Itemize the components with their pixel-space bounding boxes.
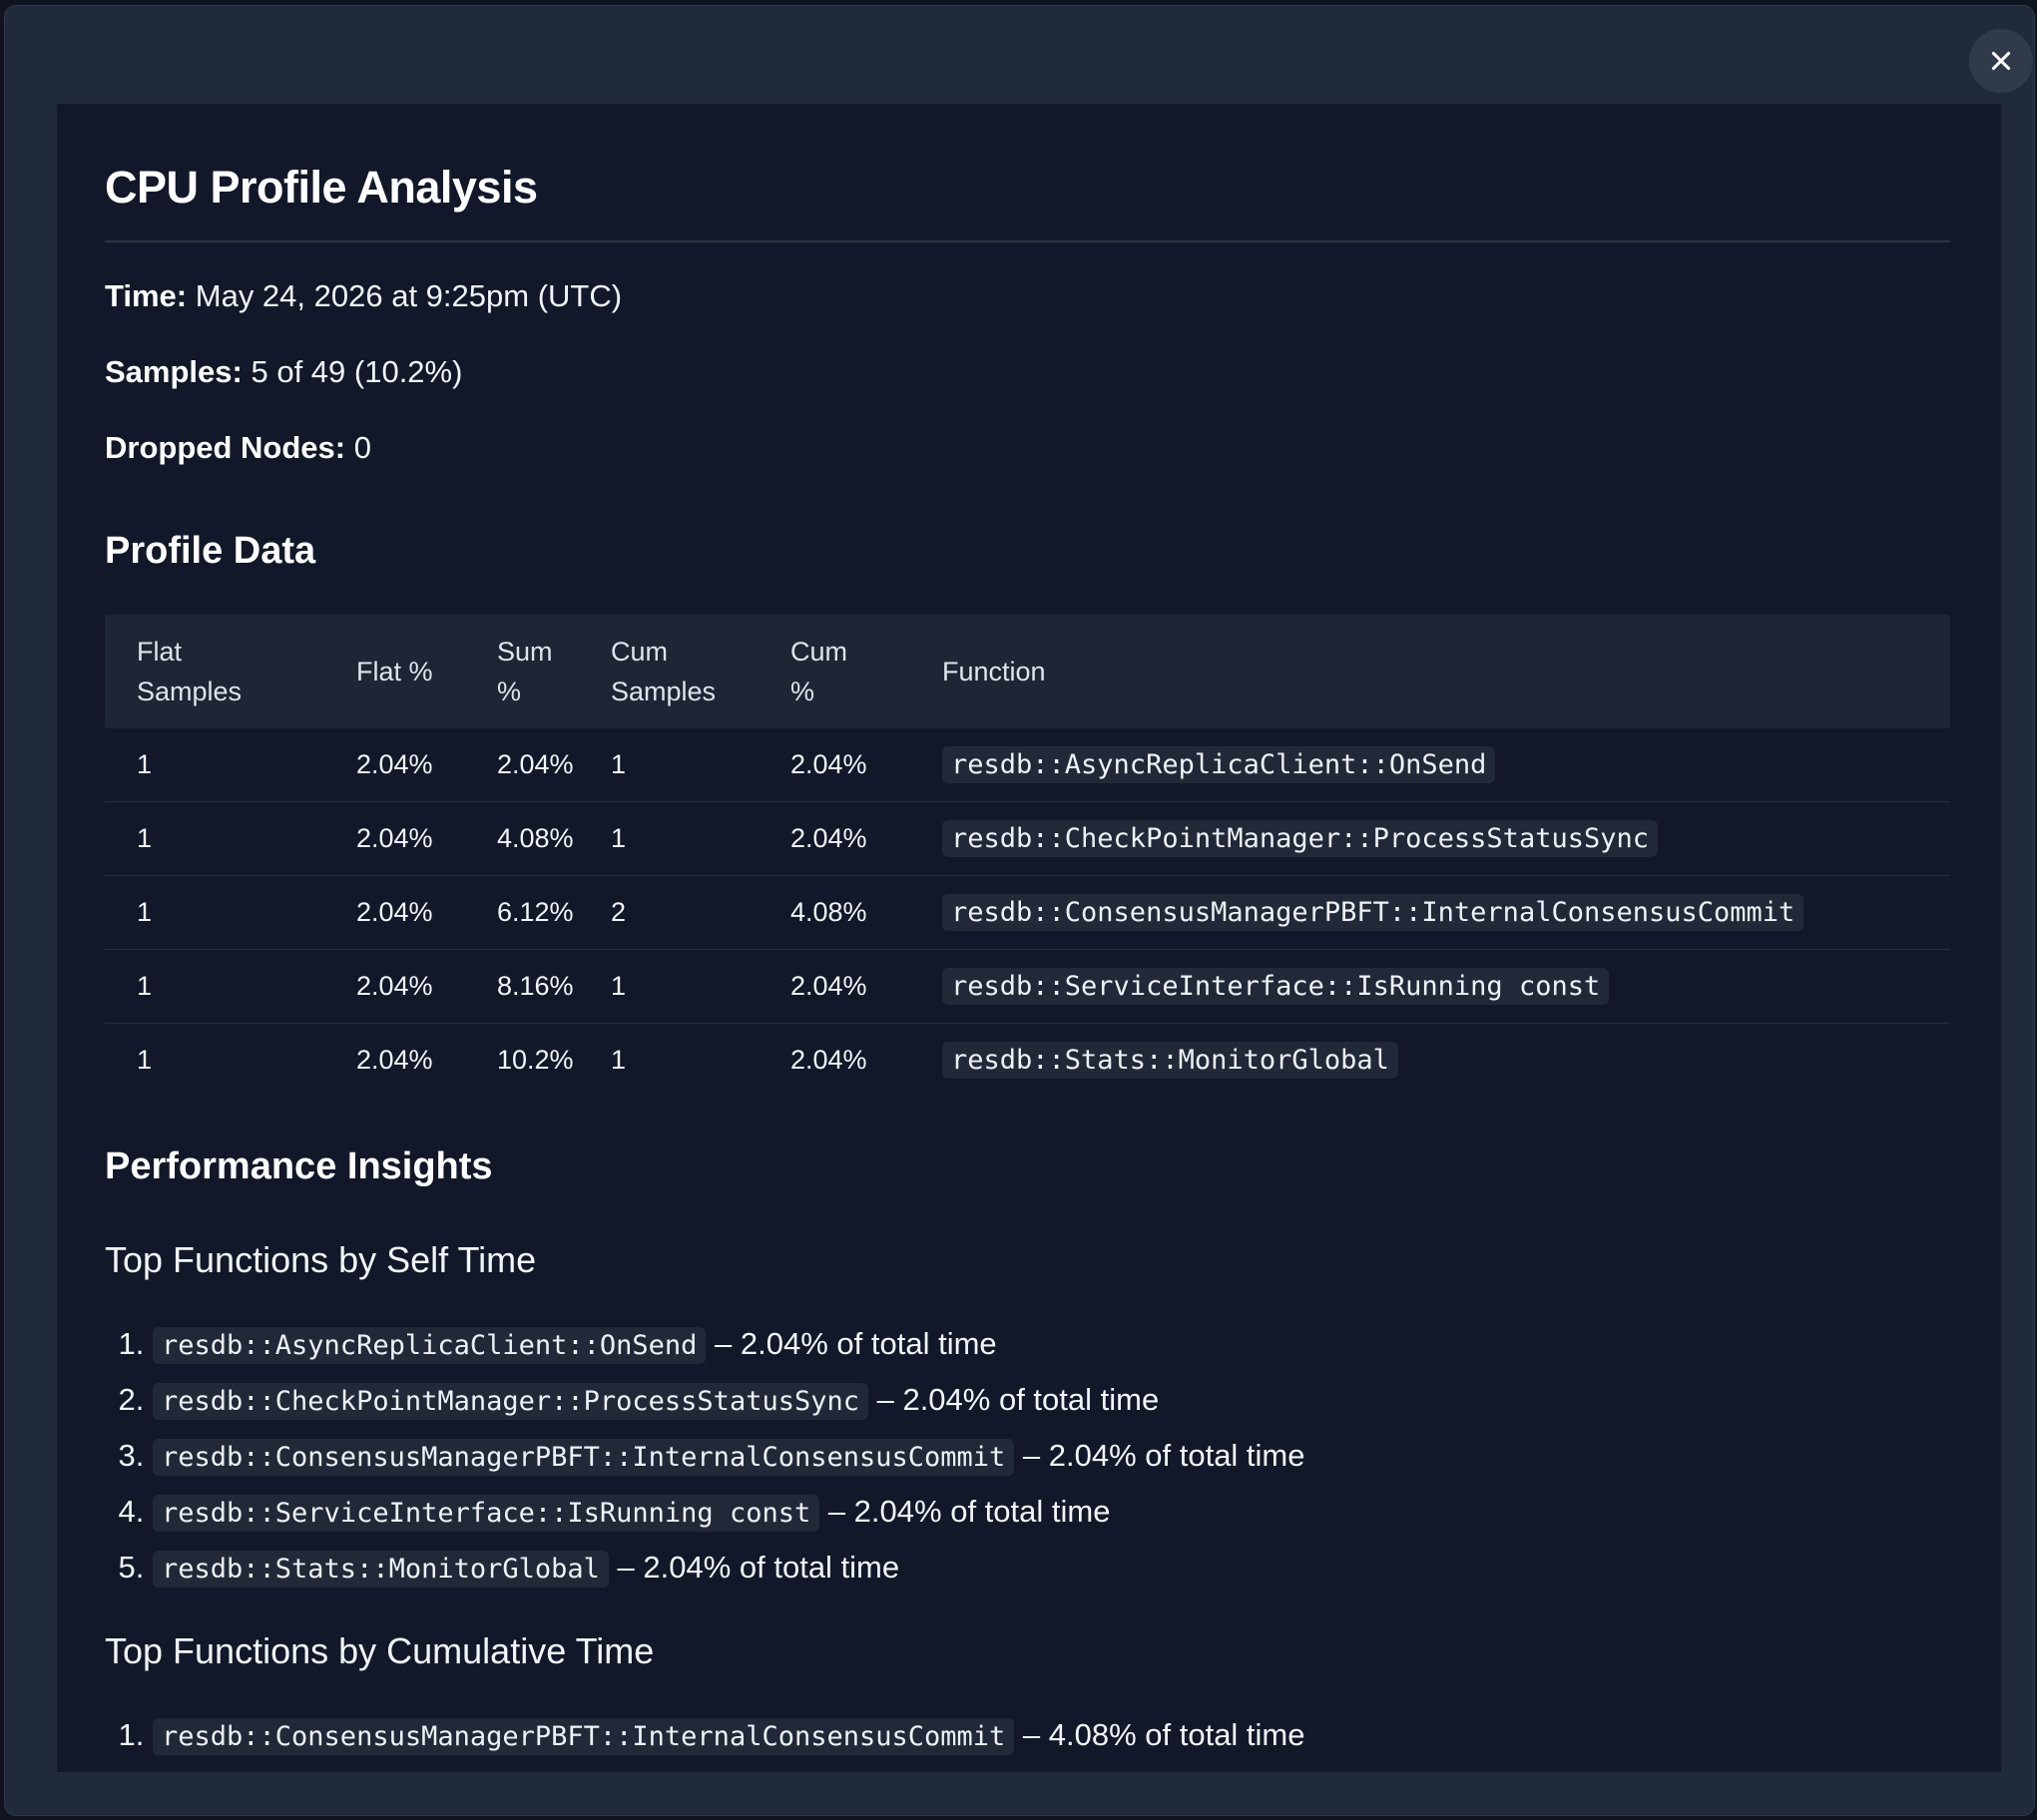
samples-value: 5 of 49 (10.2%) — [251, 354, 463, 389]
col-flat-samples[interactable]: Flat Samples — [105, 615, 324, 728]
item-share: – 2.04% of total time — [608, 1550, 900, 1585]
cell-sum-pct: 4.08% — [465, 801, 579, 876]
profile-data-heading: Profile Data — [105, 530, 316, 572]
cell-flat-pct: 2.04% — [324, 801, 465, 876]
cell-cum: 1 — [579, 728, 759, 802]
col-flat-pct[interactable]: Flat % — [324, 615, 465, 728]
time-value: May 24, 2026 at 9:25pm (UTC) — [195, 278, 623, 313]
cumulative-time-heading: Top Functions by Cumulative Time — [105, 1630, 655, 1671]
time-label: Time: — [105, 278, 188, 313]
cell-function: resdb::ServiceInterface::IsRunning const — [910, 949, 1950, 1024]
item-share: – 4.08% of total time — [1014, 1717, 1305, 1752]
self-time-list: resdb::AsyncReplicaClient::OnSend – 2.04… — [105, 1316, 1305, 1595]
cell-flat: 1 — [137, 1045, 153, 1075]
cell-cum-pct: 2.04% — [759, 728, 910, 802]
cell-flat-pct: 2.04% — [356, 1045, 433, 1075]
dropped-nodes-line: Dropped Nodes: 0 — [105, 430, 371, 466]
table-row: 1 2.04% 6.12% 2 4.08% resdb::ConsensusMa… — [105, 875, 1950, 950]
cell-flat: 1 — [105, 728, 324, 802]
cell-function: resdb::ConsensusManagerPBFT::InternalCon… — [910, 875, 1950, 950]
close-icon — [1991, 51, 2011, 71]
table-row: 1 2.04% 8.16% 1 2.04% resdb::ServiceInte… — [105, 949, 1950, 1024]
dropped-nodes-label: Dropped Nodes: — [105, 430, 346, 465]
cell-flat: 1 — [105, 801, 324, 876]
table-row: 1 2.04% 4.08% 1 2.04% resdb::CheckPointM… — [105, 801, 1950, 876]
close-button[interactable] — [1969, 29, 2033, 93]
cell-cum: 1 — [579, 949, 759, 1024]
self-time-heading: Top Functions by Self Time — [105, 1239, 537, 1280]
function-name: resdb::CheckPointManager::ProcessStatusS… — [942, 820, 1658, 857]
list-item: resdb::ConsensusManagerPBFT::InternalCon… — [153, 1428, 1305, 1484]
performance-insights-heading: Performance Insights — [105, 1145, 493, 1187]
item-share: – 2.04% of total time — [819, 1494, 1111, 1529]
cell-flat-pct: 2.04% — [324, 949, 465, 1024]
table-row: 1 2.04% 10.2% 1 2.04% resdb::Stats::Moni… — [105, 1024, 1950, 1098]
cell-flat: 1 — [105, 875, 324, 950]
cell-sum-pct: 2.04% — [465, 728, 579, 802]
cell-function: resdb::AsyncReplicaClient::OnSend — [910, 728, 1950, 802]
list-item: resdb::AsyncReplicaClient::OnSend – 2.04… — [153, 1316, 1305, 1372]
function-name: resdb::ConsensusManagerPBFT::InternalCon… — [942, 894, 1804, 931]
profile-table: Flat Samples Flat % Sum% Cum Samples Cum% … — [105, 615, 1950, 1097]
cell-function: resdb::Stats::MonitorGlobal — [910, 1024, 1950, 1098]
function-name: resdb::Stats::MonitorGlobal — [153, 1551, 609, 1588]
samples-label: Samples: — [105, 354, 243, 389]
cell-flat-pct: 2.04% — [324, 875, 465, 950]
list-item: resdb::Stats::MonitorGlobal – 2.04% of t… — [153, 1540, 1305, 1595]
function-name: resdb::ConsensusManagerPBFT::InternalCon… — [153, 1439, 1015, 1476]
table-header-row: Flat Samples Flat % Sum% Cum Samples Cum% … — [105, 615, 1950, 728]
cumulative-time-list: resdb::ConsensusManagerPBFT::InternalCon… — [105, 1707, 1305, 1763]
cell-cum: 2 — [579, 875, 759, 950]
function-name: resdb::ServiceInterface::IsRunning const — [942, 968, 1610, 1005]
list-item: resdb::ConsensusManagerPBFT::InternalCon… — [153, 1707, 1305, 1763]
cell-cum-pct: 2.04% — [790, 1045, 867, 1075]
samples-line: Samples: 5 of 49 (10.2%) — [105, 354, 462, 390]
time-line: Time: May 24, 2026 at 9:25pm (UTC) — [105, 278, 622, 314]
cell-flat: 1 — [105, 949, 324, 1024]
item-share: – 2.04% of total time — [706, 1326, 997, 1361]
function-name: resdb::ConsensusManagerPBFT::InternalCon… — [153, 1718, 1015, 1755]
cell-function: resdb::CheckPointManager::ProcessStatusS… — [910, 801, 1950, 876]
cell-cum: 1 — [579, 801, 759, 876]
col-cum-pct[interactable]: Cum% — [759, 615, 910, 728]
report-content[interactable]: CPU Profile Analysis Time: May 24, 2026 … — [57, 104, 2001, 1772]
function-name: resdb::AsyncReplicaClient::OnSend — [153, 1327, 707, 1364]
cell-flat-pct: 2.04% — [324, 728, 465, 802]
cell-cum-pct: 4.08% — [759, 875, 910, 950]
function-name: resdb::AsyncReplicaClient::OnSend — [942, 746, 1496, 783]
col-sum-pct[interactable]: Sum% — [465, 615, 579, 728]
table-row: 1 2.04% 2.04% 1 2.04% resdb::AsyncReplic… — [105, 728, 1950, 802]
title-divider — [105, 240, 1950, 242]
cell-cum-pct: 2.04% — [759, 949, 910, 1024]
col-function[interactable]: Function — [910, 615, 1950, 728]
report-modal: CPU Profile Analysis Time: May 24, 2026 … — [4, 5, 2035, 1816]
function-name: resdb::CheckPointManager::ProcessStatusS… — [153, 1383, 868, 1420]
function-name: resdb::Stats::MonitorGlobal — [942, 1042, 1398, 1079]
cell-cum: 1 — [611, 1045, 627, 1075]
list-item: resdb::ServiceInterface::IsRunning const… — [153, 1484, 1305, 1540]
col-cum-samples[interactable]: Cum Samples — [579, 615, 759, 728]
item-share: – 2.04% of total time — [867, 1382, 1160, 1417]
cell-cum-pct: 2.04% — [759, 801, 910, 876]
dropped-nodes-value: 0 — [353, 430, 371, 465]
cell-sum-pct: 6.12% — [465, 875, 579, 950]
page-title: CPU Profile Analysis — [105, 162, 538, 213]
function-name: resdb::ServiceInterface::IsRunning const — [153, 1495, 820, 1532]
list-item: resdb::CheckPointManager::ProcessStatusS… — [153, 1372, 1305, 1428]
cell-sum-pct: 8.16% — [465, 949, 579, 1024]
cell-sum-pct: 10.2% — [497, 1045, 574, 1075]
item-share: – 2.04% of total time — [1014, 1438, 1305, 1473]
